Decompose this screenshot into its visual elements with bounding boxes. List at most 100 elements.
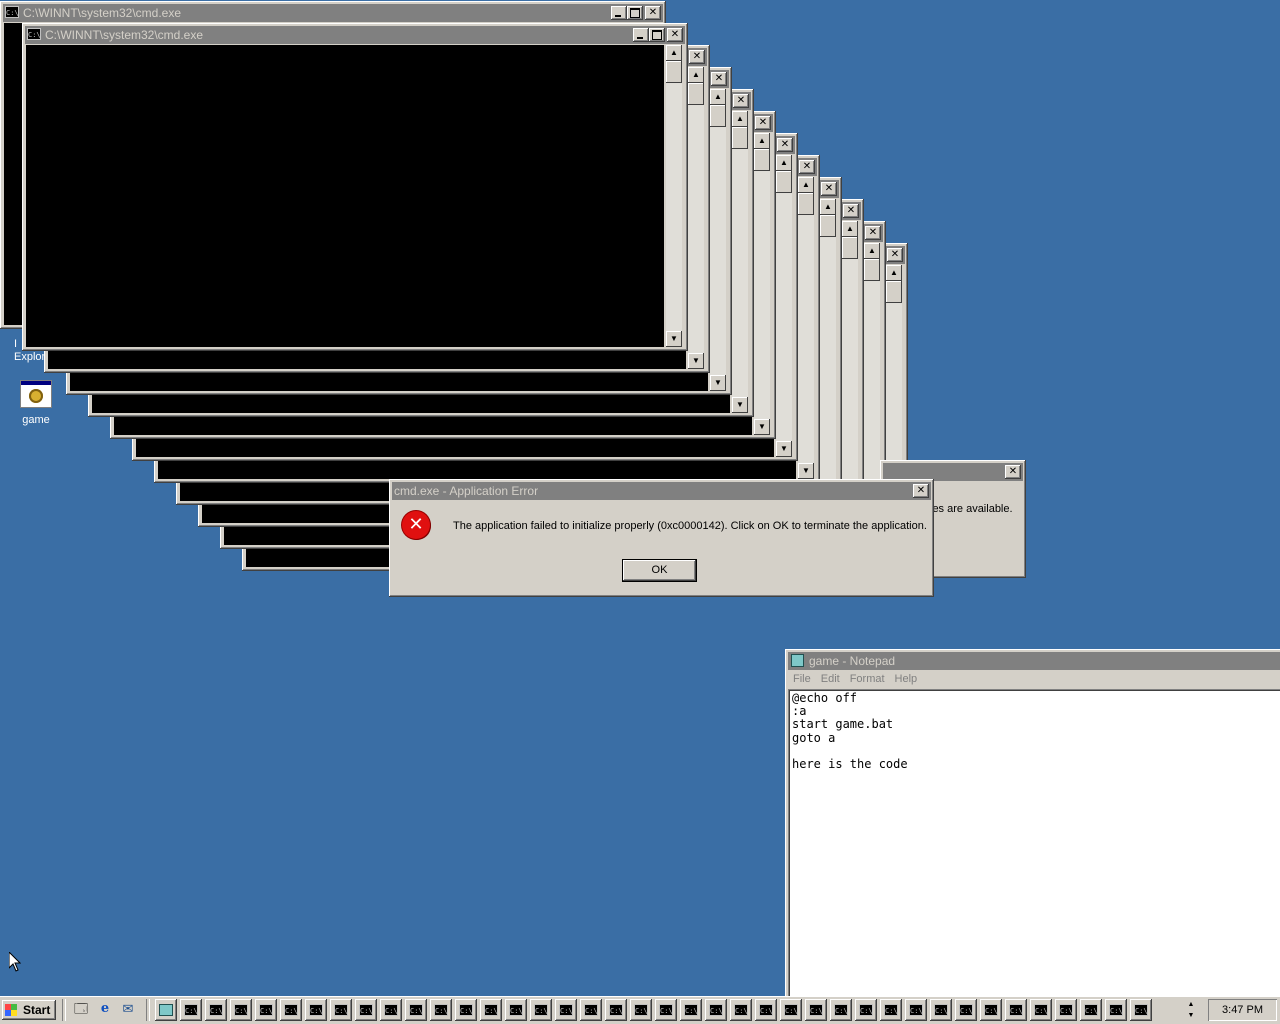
scroll-up-arrow[interactable]: ▲ [864, 243, 880, 259]
minimize-button[interactable] [633, 28, 649, 42]
scroll-thumb[interactable] [710, 105, 726, 127]
taskbar-scroll[interactable]: ▲ ▼ [1183, 999, 1199, 1021]
taskbar-cmd-button[interactable]: C:\ [455, 999, 477, 1021]
desktop-icon-game[interactable]: game [14, 380, 58, 426]
scroll-thumb[interactable] [842, 237, 858, 259]
scroll-up-arrow[interactable]: ▲ [842, 221, 858, 237]
menu-file[interactable]: File [788, 670, 816, 688]
start-button[interactable]: Start [2, 1000, 56, 1020]
close-button[interactable]: ✕ [667, 28, 683, 42]
close-button[interactable]: ✕ [1005, 465, 1021, 479]
scroll-thumb[interactable] [666, 61, 682, 83]
taskbar-cmd-button[interactable]: C:\ [505, 999, 527, 1021]
taskbar-cmd-button[interactable]: C:\ [855, 999, 877, 1021]
scroll-up-arrow[interactable]: ▲ [754, 133, 770, 149]
taskbar-cmd-button[interactable]: C:\ [1055, 999, 1077, 1021]
taskbar-cmd-button[interactable]: C:\ [405, 999, 427, 1021]
scroll-down-arrow[interactable]: ▼ [732, 397, 748, 413]
taskbar-cmd-button[interactable]: C:\ [330, 999, 352, 1021]
vertical-scrollbar[interactable]: ▲▼ [688, 67, 704, 369]
scroll-thumb[interactable] [688, 83, 704, 105]
vertical-scrollbar[interactable]: ▲▼ [732, 111, 748, 413]
scroll-up-arrow[interactable]: ▲ [732, 111, 748, 127]
menu-format[interactable]: Format [845, 670, 890, 688]
taskbar-cmd-button[interactable]: C:\ [1130, 999, 1152, 1021]
console-area[interactable] [26, 45, 664, 347]
close-button[interactable]: ✕ [843, 204, 859, 218]
scroll-thumb[interactable] [776, 171, 792, 193]
taskbar-cmd-button[interactable]: C:\ [1080, 999, 1102, 1021]
scroll-thumb[interactable] [864, 259, 880, 281]
vertical-scrollbar[interactable]: ▲▼ [666, 45, 682, 347]
scroll-up-arrow[interactable]: ▲ [820, 199, 836, 215]
close-button[interactable]: ✕ [755, 116, 771, 130]
taskbar-cmd-button[interactable]: C:\ [905, 999, 927, 1021]
taskbar-cmd-button[interactable]: C:\ [255, 999, 277, 1021]
maximize-button[interactable] [649, 28, 665, 42]
taskbar-cmd-button[interactable]: C:\ [480, 999, 502, 1021]
taskbar-cmd-button[interactable]: C:\ [1105, 999, 1127, 1021]
taskbar-cmd-button[interactable]: C:\ [680, 999, 702, 1021]
taskbar-cmd-button[interactable]: C:\ [230, 999, 252, 1021]
scroll-down-arrow[interactable]: ▼ [776, 441, 792, 457]
scroll-thumb[interactable] [798, 193, 814, 215]
scroll-up-arrow[interactable]: ▲ [666, 45, 682, 61]
close-button[interactable]: ✕ [645, 6, 661, 20]
taskbar-cmd-button[interactable]: C:\ [730, 999, 752, 1021]
scroll-thumb[interactable] [732, 127, 748, 149]
scroll-down-arrow[interactable]: ▼ [798, 463, 814, 479]
close-button[interactable]: ✕ [689, 50, 705, 64]
vertical-scrollbar[interactable]: ▲▼ [754, 133, 770, 435]
taskbar-cmd-button[interactable]: C:\ [880, 999, 902, 1021]
taskbar-cmd-button[interactable]: C:\ [830, 999, 852, 1021]
taskbar-cmd-button[interactable]: C:\ [555, 999, 577, 1021]
scroll-up-arrow[interactable]: ▲ [710, 89, 726, 105]
taskbar-cmd-button[interactable]: C:\ [205, 999, 227, 1021]
scroll-down-arrow[interactable]: ▼ [666, 331, 682, 347]
vertical-scrollbar[interactable]: ▲▼ [820, 199, 836, 501]
close-button[interactable]: ✕ [733, 94, 749, 108]
taskbar-cmd-button[interactable]: C:\ [805, 999, 827, 1021]
close-button[interactable]: ✕ [913, 484, 929, 498]
taskbar-cmd-button[interactable]: C:\ [1030, 999, 1052, 1021]
taskbar-cmd-button[interactable]: C:\ [530, 999, 552, 1021]
scroll-up-arrow[interactable]: ▲ [798, 177, 814, 193]
scroll-up-arrow[interactable]: ▲ [688, 67, 704, 83]
taskbar-cmd-button[interactable]: C:\ [655, 999, 677, 1021]
close-button[interactable]: ✕ [777, 138, 793, 152]
vertical-scrollbar[interactable]: ▲▼ [776, 155, 792, 457]
close-button[interactable]: ✕ [887, 248, 903, 262]
menu-edit[interactable]: Edit [816, 670, 845, 688]
close-button[interactable]: ✕ [821, 182, 837, 196]
taskbar-cmd-button[interactable]: C:\ [380, 999, 402, 1021]
taskbar-cmd-button[interactable]: C:\ [980, 999, 1002, 1021]
taskbar-cmd-button[interactable]: C:\ [305, 999, 327, 1021]
outlook-express-icon[interactable]: ✉ [119, 1000, 137, 1018]
scroll-thumb[interactable] [754, 149, 770, 171]
taskbar-cmd-button[interactable]: C:\ [605, 999, 627, 1021]
vertical-scrollbar[interactable]: ▲▼ [710, 89, 726, 391]
taskbar-cmd-button[interactable]: C:\ [580, 999, 602, 1021]
maximize-button[interactable] [627, 6, 643, 20]
scroll-down-arrow[interactable]: ▼ [688, 353, 704, 369]
notepad-text-area[interactable]: @echo off :a start game.bat goto a here … [788, 689, 1280, 1009]
taskbar-cmd-button[interactable]: C:\ [955, 999, 977, 1021]
taskbar-cmd-button[interactable]: C:\ [630, 999, 652, 1021]
taskbar-cmd-button[interactable]: C:\ [1005, 999, 1027, 1021]
scroll-thumb[interactable] [820, 215, 836, 237]
menu-help[interactable]: Help [890, 670, 923, 688]
scroll-up-arrow[interactable]: ▲ [776, 155, 792, 171]
minimize-button[interactable] [611, 6, 627, 20]
taskbar-cmd-button[interactable]: C:\ [705, 999, 727, 1021]
close-button[interactable]: ✕ [799, 160, 815, 174]
taskbar-cmd-button[interactable]: C:\ [280, 999, 302, 1021]
ok-button[interactable]: OK [622, 559, 697, 582]
taskbar-cmd-button[interactable]: C:\ [180, 999, 202, 1021]
taskbar-cmd-button[interactable]: C:\ [930, 999, 952, 1021]
scroll-down-arrow[interactable]: ▼ [710, 375, 726, 391]
scroll-thumb[interactable] [886, 281, 902, 303]
close-button[interactable]: ✕ [711, 72, 727, 86]
show-desktop-icon[interactable]: 🗔 [72, 1000, 90, 1018]
taskbar-cmd-button[interactable]: C:\ [430, 999, 452, 1021]
scroll-up-arrow[interactable]: ▲ [886, 265, 902, 281]
